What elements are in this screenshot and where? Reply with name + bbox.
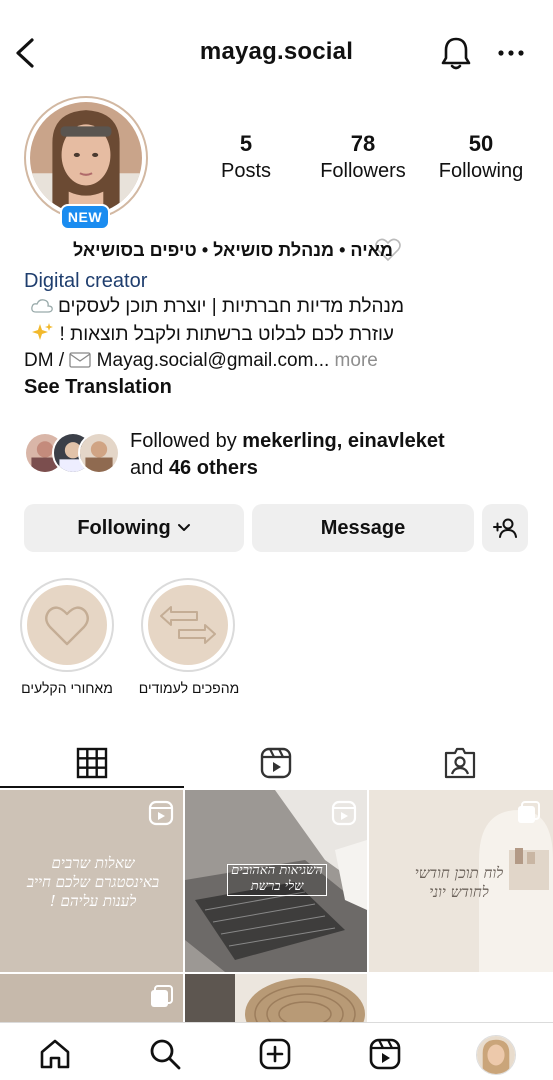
tab-posts-grid[interactable] xyxy=(0,738,184,788)
more-options-icon[interactable] xyxy=(494,40,528,66)
post-tile[interactable] xyxy=(0,974,183,1022)
post-tile[interactable]: השגיאות האהובים שלי ברשת xyxy=(185,790,367,972)
highlight-label: מהפכים לעמודים xyxy=(138,680,240,696)
profile-avatar[interactable] xyxy=(24,96,148,220)
reel-badge-icon xyxy=(331,800,357,826)
bio-line-3: DM / Mayag.social@gmail.com... more xyxy=(24,350,378,372)
reels-icon[interactable] xyxy=(368,1037,402,1071)
new-badge: NEW xyxy=(60,204,110,230)
followed-by-names: mekerling, einavleket xyxy=(242,430,445,452)
story-highlight-behind-the-scenes[interactable] xyxy=(20,578,114,672)
followers-label: Followers xyxy=(320,160,406,182)
add-person-icon xyxy=(493,518,517,538)
message-button[interactable]: Message xyxy=(252,504,474,552)
see-translation-link[interactable]: See Translation xyxy=(24,376,172,399)
active-tab-indicator xyxy=(0,786,184,788)
bio-dm-prefix: DM / xyxy=(24,350,65,371)
following-label: Following xyxy=(438,160,524,182)
bio-line-2-text: עוזרת לכם לבלוט ברשתות ולקבל תוצאות ! xyxy=(59,324,394,345)
following-button-label: Following xyxy=(77,516,171,539)
grid-icon xyxy=(76,747,108,779)
create-post-icon[interactable] xyxy=(258,1037,292,1071)
story-highlight-transformations[interactable] xyxy=(141,578,235,672)
post-caption-text: לוח תוכן חודשי לחודש יוני xyxy=(414,864,504,901)
envelope-emoji-icon xyxy=(69,352,92,368)
message-button-label: Message xyxy=(320,516,406,539)
followed-by-and: and xyxy=(130,457,169,479)
post-caption-frame: השגיאות האהובים שלי ברשת xyxy=(227,863,327,896)
profile-tab-avatar[interactable] xyxy=(476,1035,516,1075)
cloud-emoji-icon xyxy=(30,299,53,313)
post-caption-text: השגיאות האהובים שלי ברשת xyxy=(231,863,323,894)
post-caption-text: שאלות שרבים באינסטגרם שלכם חייב לענות על… xyxy=(26,854,160,910)
avatar-photo xyxy=(30,102,142,214)
following-count: 50 xyxy=(468,131,494,156)
tagged-icon xyxy=(444,747,476,779)
search-icon[interactable] xyxy=(148,1037,182,1071)
bio-line-1-text: מנהלת מדיות חברתיות | יוצרת תוכן לעסקים xyxy=(57,296,404,317)
profile-display-name: מאיה • מנהלת סושיאל • טיפים בסושיאל xyxy=(72,240,393,260)
tab-tagged[interactable] xyxy=(368,738,552,788)
swap-arrows-icon xyxy=(160,606,216,644)
posts-stat[interactable]: 5 Posts xyxy=(186,130,306,184)
posts-count: 5 xyxy=(239,131,253,156)
highlight-label: מאחורי הקלעים xyxy=(21,680,113,696)
posts-label: Posts xyxy=(220,160,272,182)
reels-icon xyxy=(260,747,292,779)
suggested-users-button[interactable] xyxy=(482,504,528,552)
followers-stat[interactable]: 78 Followers xyxy=(303,130,423,184)
mutual-follower-avatar[interactable] xyxy=(78,432,120,474)
tab-reels[interactable] xyxy=(184,738,368,788)
carousel-badge-icon xyxy=(151,985,173,1007)
post-tile[interactable]: שאלות שרבים באינסטגרם שלכם חייב לענות על… xyxy=(0,790,183,972)
followed-by-text[interactable]: Followed by mekerling, einavleket and 46… xyxy=(130,428,445,482)
followed-by-others: 46 others xyxy=(168,457,258,479)
post-tile[interactable]: לוח תוכן חודשי לחודש יוני xyxy=(369,790,553,972)
chevron-down-icon xyxy=(177,524,190,531)
bottom-navigation xyxy=(0,1022,553,1080)
sparkles-emoji-icon xyxy=(32,323,54,340)
bell-icon[interactable] xyxy=(438,34,474,72)
bio-email[interactable]: Mayag.social@gmail.com... xyxy=(97,350,330,371)
following-button[interactable]: Following xyxy=(24,504,244,552)
top-bar: mayag.social xyxy=(0,0,553,104)
carousel-badge-icon xyxy=(518,801,540,823)
followers-count: 78 xyxy=(350,131,376,156)
home-icon[interactable] xyxy=(38,1037,72,1071)
followed-by-prefix: Followed by xyxy=(130,430,243,452)
post-tile[interactable] xyxy=(185,974,367,1022)
profile-category: Digital creator xyxy=(24,270,148,292)
following-stat[interactable]: 50 Following xyxy=(421,130,541,184)
heart-icon xyxy=(45,606,89,646)
bio-more-link[interactable]: more xyxy=(335,350,378,371)
woven-basket-photo xyxy=(185,974,367,1022)
reel-badge-icon xyxy=(148,800,174,826)
